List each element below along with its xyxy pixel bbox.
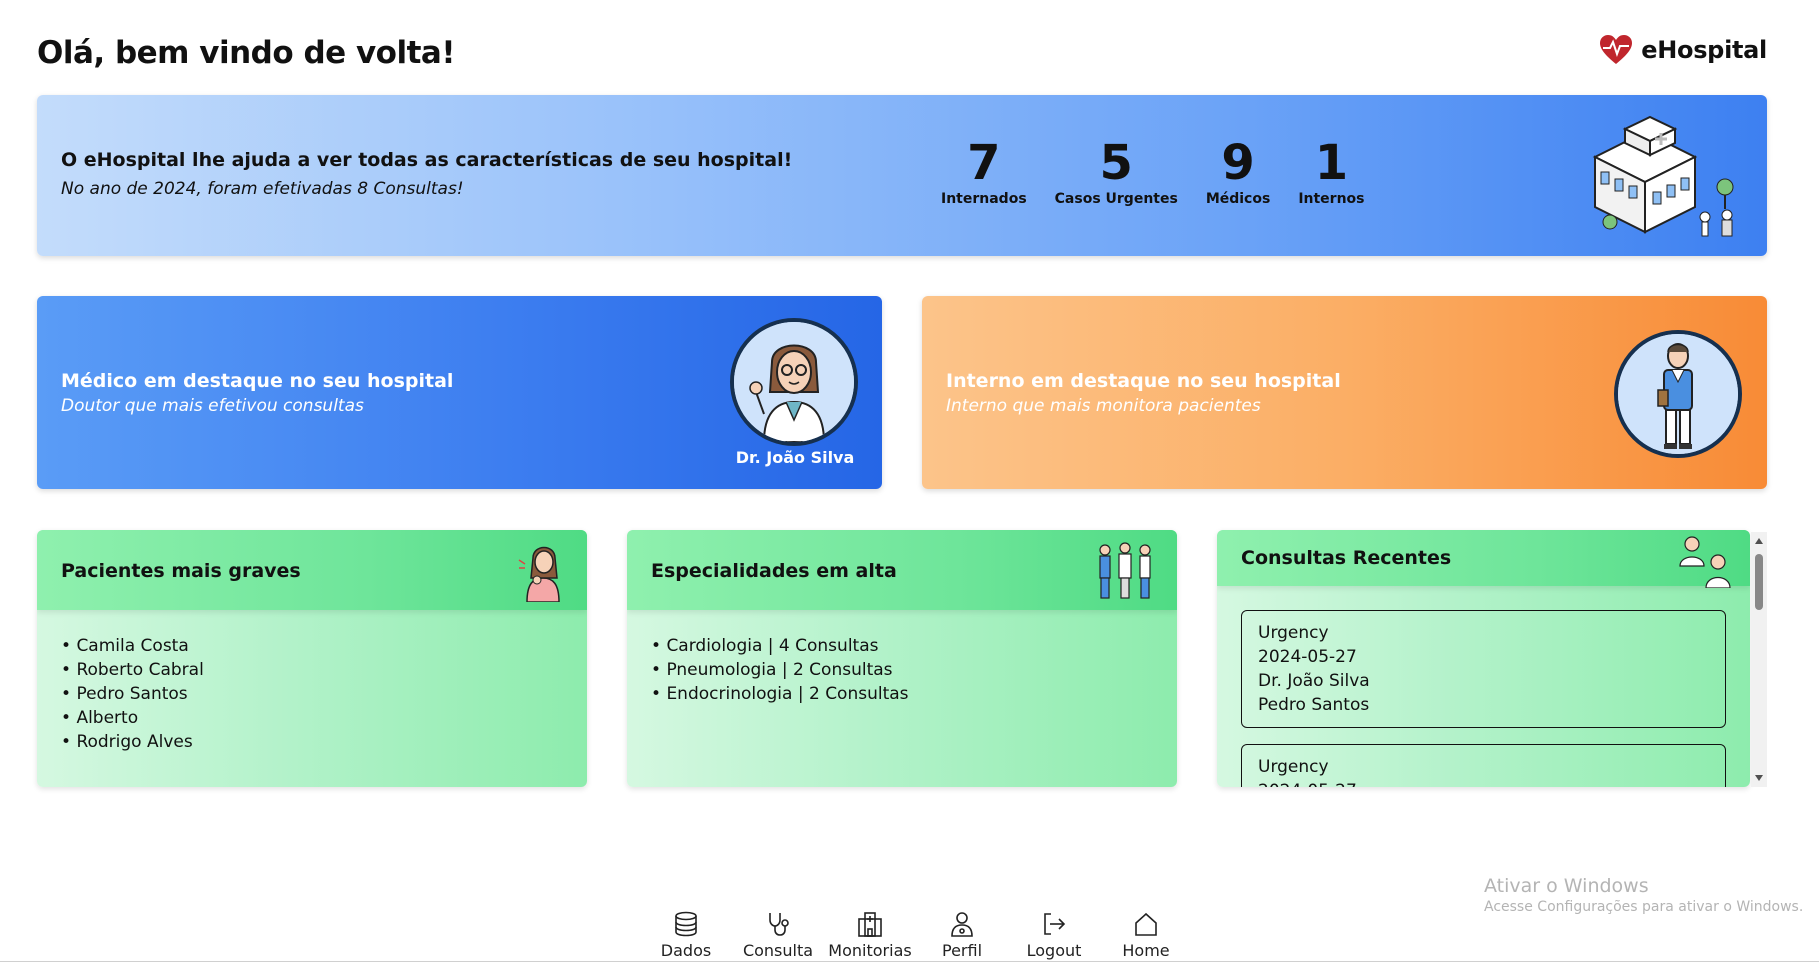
intern-avatar bbox=[1614, 330, 1742, 458]
nav-monitorias[interactable]: Monitorias bbox=[824, 910, 916, 960]
watermark-subtitle: Acesse Configurações para ativar o Windo… bbox=[1484, 899, 1804, 915]
doctor-illustration bbox=[734, 322, 854, 442]
nav-label: Logout bbox=[1026, 941, 1082, 960]
recent-consultations-card[interactable]: Consultas Recentes Urgency 2024-05-27 Dr… bbox=[1217, 530, 1750, 787]
hospital-icon bbox=[858, 912, 882, 937]
featured-intern-title: Interno em destaque no seu hospital bbox=[946, 370, 1341, 392]
logout-icon bbox=[1044, 913, 1066, 935]
consultation-date: 2024-05-27 bbox=[1258, 647, 1357, 667]
sick-patient-illustration bbox=[518, 546, 560, 602]
scroll-up-arrow-icon[interactable] bbox=[1755, 538, 1763, 544]
nav-home[interactable]: Home bbox=[1100, 910, 1192, 960]
featured-intern-subtitle: Interno que mais monitora pacientes bbox=[946, 396, 1261, 416]
consultation-doctor: Dr. João Silva bbox=[1258, 671, 1370, 691]
consultations-list[interactable]: Urgency 2024-05-27 Dr. João Silva Pedro … bbox=[1217, 586, 1750, 787]
consultation-patient: Pedro Santos bbox=[1258, 695, 1370, 715]
brand-name: eHospital bbox=[1641, 36, 1767, 64]
scroll-down-arrow-icon[interactable] bbox=[1755, 775, 1763, 781]
windows-activation-watermark: Ativar o Windows Acesse Configurações pa… bbox=[1484, 875, 1803, 915]
hero-subtitle: No ano de 2024, foram efetivadas 8 Consu… bbox=[61, 179, 464, 199]
watermark-title: Ativar o Windows bbox=[1484, 875, 1649, 897]
list-item: Pneumologia | 2 Consultas bbox=[651, 658, 1177, 682]
stat-interns: 1 Internos bbox=[1284, 139, 1378, 207]
consultation-type: Urgency bbox=[1258, 757, 1329, 777]
consultations-scrollbar[interactable] bbox=[1751, 532, 1767, 787]
list-item: Roberto Cabral bbox=[61, 658, 587, 682]
list-item: Cardiologia | 4 Consultas bbox=[651, 634, 1177, 658]
stat-urgent: 5 Casos Urgentes bbox=[1041, 139, 1192, 207]
card-header: Pacientes mais graves bbox=[37, 530, 587, 610]
stat-value: 1 bbox=[1314, 135, 1349, 191]
card-title: Pacientes mais graves bbox=[61, 560, 301, 582]
nav-label: Home bbox=[1122, 941, 1170, 960]
list-item: Endocrinologia | 2 Consultas bbox=[651, 682, 1177, 706]
card-title: Consultas Recentes bbox=[1241, 547, 1452, 569]
consultation-illustration bbox=[1679, 536, 1731, 588]
medical-team-illustration bbox=[1099, 542, 1151, 599]
featured-doctor-title: Médico em destaque no seu hospital bbox=[61, 370, 454, 392]
card-header: Especialidades em alta bbox=[627, 530, 1177, 610]
list-item: Alberto bbox=[61, 706, 587, 730]
stat-value: 5 bbox=[1099, 135, 1133, 191]
card-header: Consultas Recentes bbox=[1217, 530, 1750, 588]
nav-dados[interactable]: Dados bbox=[640, 910, 732, 960]
specialties-list: Cardiologia | 4 Consultas Pneumologia | … bbox=[627, 610, 1177, 706]
stat-value: 7 bbox=[967, 135, 1001, 191]
header: Olá, bem vindo de volta! eHospital bbox=[37, 32, 1767, 76]
hero-banner: O eHospital lhe ajuda a ver todas as car… bbox=[37, 95, 1767, 256]
hero-title: O eHospital lhe ajuda a ver todas as car… bbox=[61, 149, 793, 171]
critical-patients-card: Pacientes mais graves Camila Costa Rober… bbox=[37, 530, 587, 787]
doctor-avatar bbox=[730, 318, 858, 446]
featured-doctor-card[interactable]: Médico em destaque no seu hospital Douto… bbox=[37, 296, 882, 489]
stat-internados: 7 Internados bbox=[927, 139, 1041, 207]
list-item: Rodrigo Alves bbox=[61, 730, 587, 754]
stat-label: Casos Urgentes bbox=[1054, 191, 1178, 207]
consultation-type: Urgency bbox=[1258, 623, 1329, 643]
specialties-card: Especialidades em alta Cardiologia | 4 C… bbox=[627, 530, 1177, 787]
featured-doctor-name: Dr. João Silva bbox=[735, 448, 855, 467]
database-icon bbox=[675, 911, 697, 937]
list-item: Camila Costa bbox=[61, 634, 587, 658]
nav-label: Dados bbox=[660, 941, 712, 960]
consultation-item[interactable]: Urgency 2024-05-27 bbox=[1241, 744, 1726, 787]
stat-label: Internos bbox=[1298, 191, 1365, 207]
page-title: Olá, bem vindo de volta! bbox=[37, 35, 455, 71]
brand-logo[interactable]: eHospital bbox=[1599, 34, 1767, 66]
stat-doctors: 9 Médicos bbox=[1192, 139, 1285, 207]
scroll-thumb[interactable] bbox=[1755, 554, 1763, 610]
nav-consulta[interactable]: Consulta bbox=[732, 910, 824, 960]
stat-label: Internados bbox=[941, 191, 1027, 207]
nav-logout[interactable]: Logout bbox=[1008, 910, 1100, 960]
consultation-item[interactable]: Urgency 2024-05-27 Dr. João Silva Pedro … bbox=[1241, 610, 1726, 728]
stat-value: 9 bbox=[1221, 135, 1255, 191]
bottom-nav: Dados Consulta Monitorias Perfil Logout … bbox=[640, 910, 1192, 960]
stat-label: Médicos bbox=[1205, 191, 1271, 207]
nav-perfil[interactable]: Perfil bbox=[916, 910, 1008, 960]
featured-intern-card[interactable]: Interno em destaque no seu hospital Inte… bbox=[922, 296, 1767, 489]
home-icon bbox=[1135, 912, 1157, 936]
card-title: Especialidades em alta bbox=[651, 560, 897, 582]
featured-doctor-subtitle: Doutor que mais efetivou consultas bbox=[61, 396, 364, 416]
stethoscope-icon bbox=[769, 913, 789, 936]
user-icon bbox=[951, 912, 973, 937]
hospital-building-illustration bbox=[1592, 115, 1734, 237]
nav-label: Monitorias bbox=[828, 941, 912, 960]
list-item: Pedro Santos bbox=[61, 682, 587, 706]
nav-label: Consulta bbox=[742, 941, 814, 960]
patients-list: Camila Costa Roberto Cabral Pedro Santos… bbox=[37, 610, 587, 754]
heart-pulse-icon bbox=[1600, 35, 1633, 64]
stats-row: 7 Internados 5 Casos Urgentes 9 Médicos … bbox=[927, 139, 1379, 207]
consultation-date: 2024-05-27 bbox=[1258, 779, 1709, 787]
nav-label: Perfil bbox=[941, 941, 983, 960]
intern-illustration bbox=[1618, 334, 1738, 454]
